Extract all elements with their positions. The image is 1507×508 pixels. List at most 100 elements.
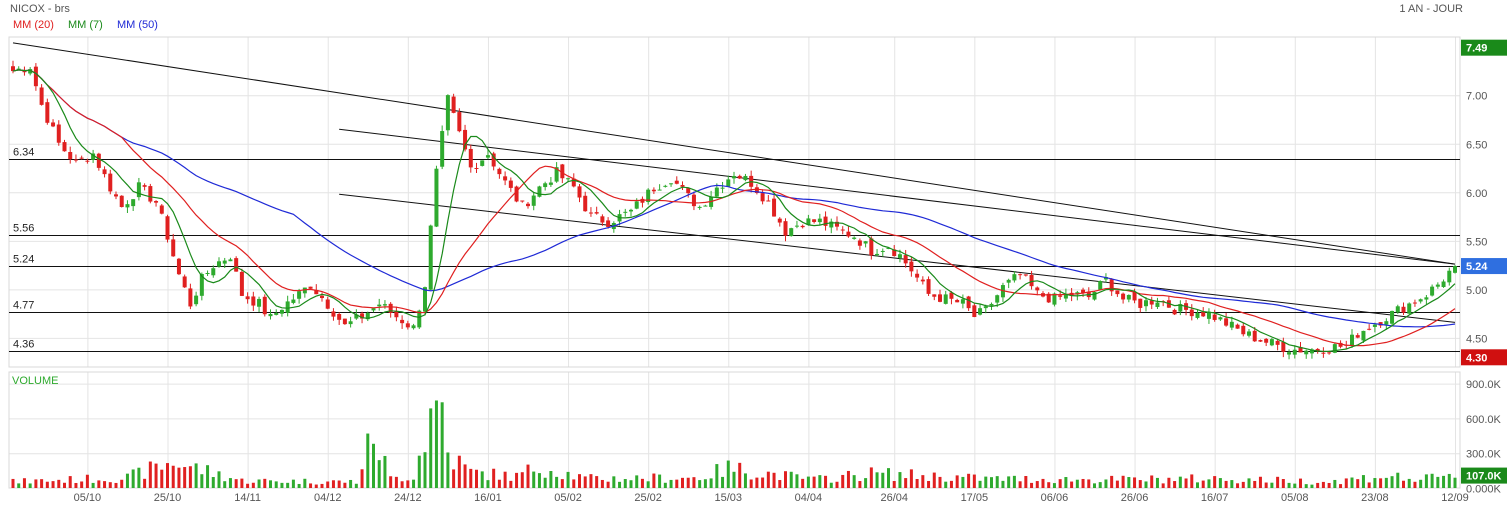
candle-body — [720, 187, 725, 189]
candle-body — [1224, 318, 1229, 326]
candle-body — [1275, 340, 1280, 345]
candle-body — [1252, 330, 1257, 342]
candle-body — [291, 299, 296, 303]
candle-body — [1241, 325, 1246, 335]
date-tick-label: 12/09 — [1441, 492, 1469, 504]
period-label[interactable]: 1 AN - JOUR — [1399, 3, 1463, 15]
volume-bar — [658, 474, 662, 488]
candle-body — [863, 241, 868, 244]
candle-body — [663, 185, 668, 187]
volume-bar — [1424, 474, 1428, 488]
volume-bar — [1058, 479, 1062, 488]
volume-bar — [1190, 474, 1194, 488]
volume-bar — [497, 479, 501, 488]
candle-body — [691, 194, 696, 207]
candle-body — [1006, 279, 1011, 283]
volume-bar — [1213, 476, 1217, 488]
candle-body — [852, 237, 857, 239]
candle-body — [1281, 342, 1286, 352]
volume-bar — [835, 481, 839, 488]
candle-body — [325, 299, 330, 309]
volume-bar — [1344, 478, 1348, 488]
volume-bar — [143, 478, 147, 488]
volume-bar — [183, 467, 187, 488]
stock-chart[interactable]: 6.34 5.56 5.24 4.77 4.36 7.00 6.50 6.00 5.50 5.0… — [0, 0, 1507, 508]
volume-bar — [492, 468, 496, 488]
candle-body — [674, 180, 679, 184]
volume-bar — [761, 477, 765, 488]
volume-bar — [681, 477, 684, 488]
volume-bar — [1350, 477, 1354, 488]
candle-body — [108, 173, 113, 192]
candle-body — [262, 296, 267, 315]
level-label: 5.24 — [13, 254, 34, 266]
volume-bar — [1035, 481, 1039, 488]
candle-body — [337, 314, 342, 320]
volume-bar — [1144, 481, 1148, 488]
candle-body — [245, 296, 250, 300]
level-label: 4.77 — [13, 300, 34, 312]
volume-bar — [824, 475, 828, 488]
date-tick-label: 24/12 — [394, 492, 422, 504]
volume-bar — [257, 479, 261, 488]
volume-bar — [818, 475, 822, 488]
volume-bar — [1304, 484, 1308, 488]
candle-body — [1195, 312, 1200, 318]
candle-body — [760, 193, 765, 202]
legend-ma7: MM (7) — [68, 19, 103, 31]
candle-body — [1441, 281, 1446, 288]
volume-bar — [1070, 481, 1074, 488]
volume-bar — [1413, 481, 1417, 488]
candle-body — [989, 303, 994, 306]
candle-body — [1264, 338, 1269, 343]
candle-body — [915, 273, 920, 278]
date-tick-label: 23/08 — [1361, 492, 1389, 504]
candle-body — [125, 204, 130, 208]
ma20-line — [12, 69, 1456, 347]
level-label: 4.36 — [13, 339, 34, 351]
candle-body — [1132, 292, 1137, 301]
volume-bar — [715, 464, 719, 488]
candle-body — [171, 239, 176, 257]
volume-bar — [326, 481, 330, 488]
candle-body — [1384, 321, 1389, 325]
low-badge-text: 4.30 — [1466, 352, 1487, 364]
candle-body — [812, 219, 817, 222]
candle-body — [165, 216, 170, 240]
volume-bar — [1407, 478, 1411, 488]
volume-bar — [457, 455, 461, 488]
candle-body — [423, 287, 427, 312]
candle-body — [297, 291, 302, 299]
candle-body — [405, 323, 410, 328]
volume-bar — [600, 479, 604, 488]
candle-body — [1201, 311, 1206, 317]
candle-body — [651, 189, 656, 192]
price-tick-label: 6.00 — [1466, 188, 1487, 200]
volume-bar — [1361, 475, 1365, 488]
volume-bar — [434, 400, 438, 488]
candle-body — [1269, 339, 1274, 346]
volume-bar — [543, 477, 547, 488]
candle-body — [1418, 299, 1423, 302]
volume-bar — [686, 477, 690, 488]
price-tick-label: 4.50 — [1466, 333, 1487, 345]
volume-bar — [1339, 484, 1343, 488]
volume-bar — [984, 476, 988, 488]
trendline — [339, 193, 1456, 323]
candle-body — [1372, 324, 1377, 327]
volume-bar — [812, 476, 816, 488]
volume-bar — [1161, 483, 1165, 488]
volume-bar — [618, 481, 622, 488]
price-panel-frame — [8, 36, 1461, 368]
candle-body — [188, 288, 193, 307]
volume-bar — [291, 479, 295, 488]
volume-bar — [892, 480, 896, 488]
volume-bar — [1287, 482, 1291, 488]
volume-bar — [34, 479, 38, 488]
volume-bar — [108, 482, 112, 488]
volume-bar — [280, 482, 284, 488]
volume-bar — [1196, 482, 1199, 488]
volume-bar — [778, 480, 782, 488]
candle-body — [1098, 281, 1103, 290]
volume-bar — [944, 481, 948, 488]
